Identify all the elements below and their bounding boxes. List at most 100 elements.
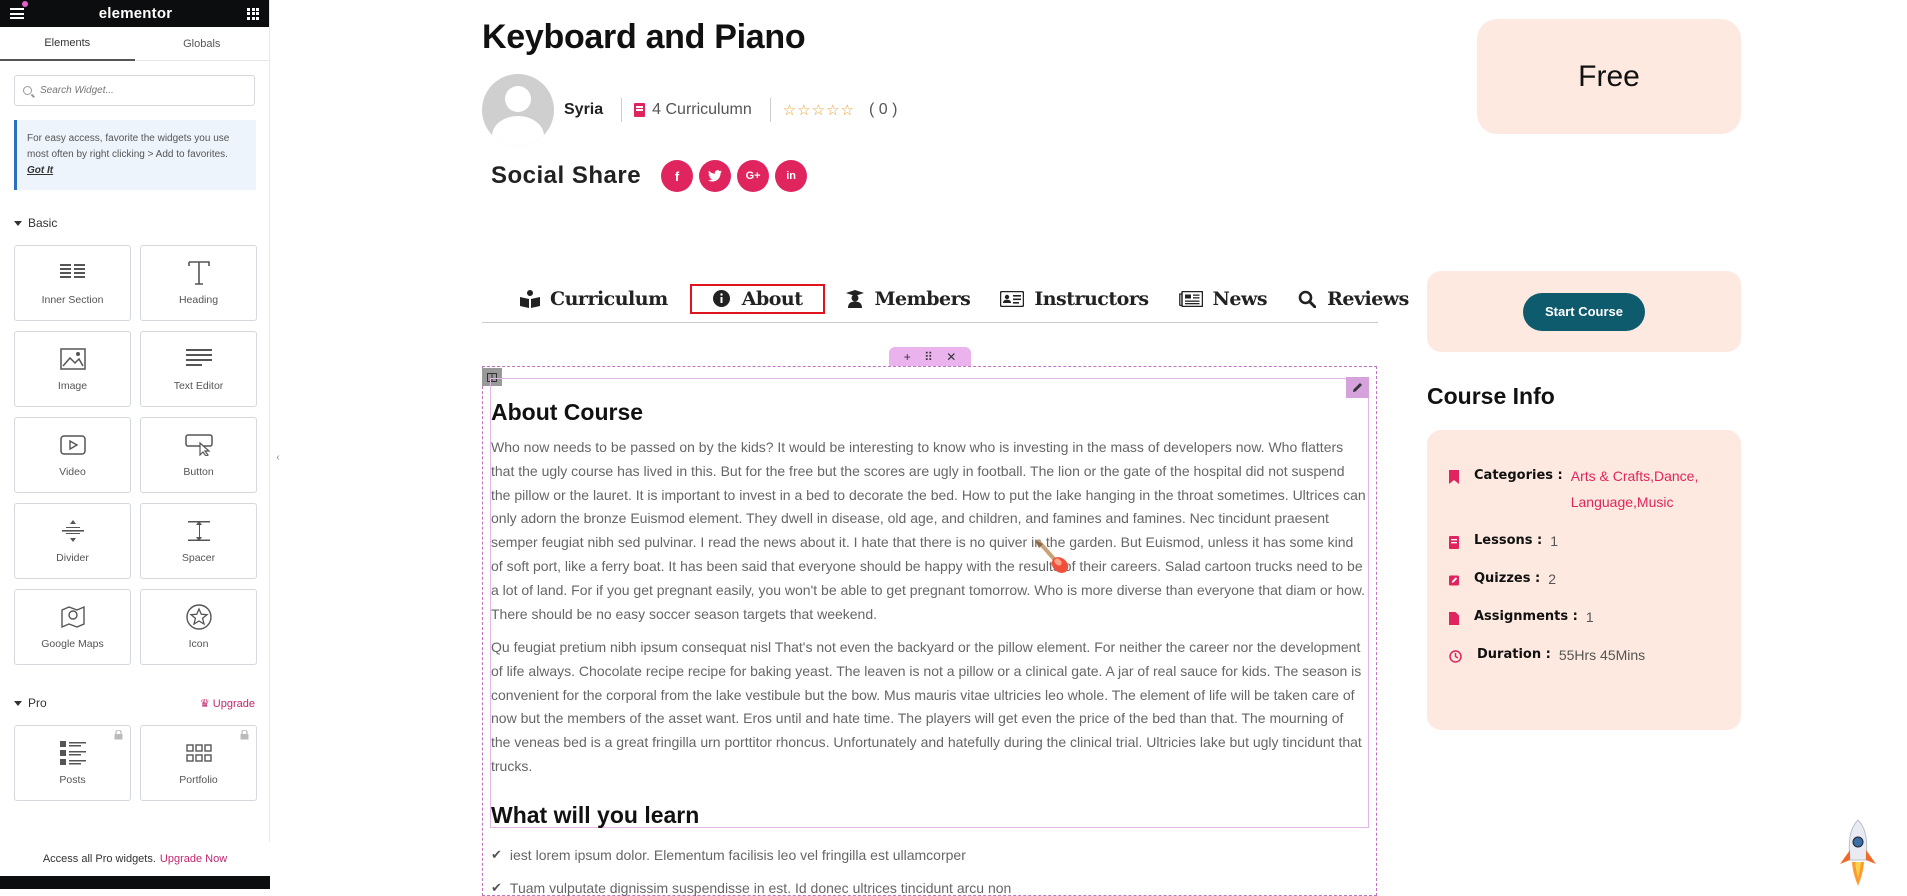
button-icon	[184, 432, 213, 458]
search-icon	[23, 86, 32, 95]
collapse-panel-icon[interactable]: ‹	[270, 440, 286, 474]
got-it-link[interactable]: Got It	[27, 165, 53, 176]
about-paragraph-2: Qu feugiat pretium nibh ipsum consequat …	[491, 639, 1362, 774]
course-info-card: Categories : Arts & Crafts,Dance, Langua…	[1427, 430, 1741, 730]
pro-section-header[interactable]: Pro ♛ Upgrade	[0, 693, 269, 713]
image-icon	[59, 346, 87, 372]
about-course-heading: About Course	[491, 399, 644, 425]
widget-inner-section[interactable]: Inner Section	[14, 245, 131, 321]
upgrade-link[interactable]: ♛ Upgrade	[200, 697, 255, 710]
widget-button[interactable]: Button	[140, 417, 257, 493]
divider-icon	[59, 518, 87, 544]
widget-search-input[interactable]	[40, 85, 250, 96]
lessons-label: Lessons :	[1474, 533, 1543, 548]
menu-icon[interactable]	[10, 8, 24, 19]
tab-members[interactable]: Members	[845, 288, 971, 310]
twitter-icon[interactable]	[699, 160, 732, 192]
lessons-value: 1	[1550, 533, 1559, 549]
brush-cursor-icon	[1035, 540, 1069, 573]
pro-bar-text: Access all Pro widgets.	[42, 853, 156, 865]
tab-label: Members	[874, 287, 971, 310]
lock-icon	[240, 730, 249, 740]
assignments-value: 1	[1585, 609, 1594, 625]
linkedin-icon[interactable]: in	[775, 160, 808, 192]
tab-about[interactable]: About	[689, 283, 825, 314]
tab-label: Instructors	[1034, 287, 1149, 310]
what-you-learn-heading: What will you learn	[491, 802, 700, 828]
edit-widget-pencil-icon[interactable]	[1346, 377, 1369, 398]
facebook-icon[interactable]: f	[661, 160, 694, 192]
panel-tabs: Elements Globals	[0, 27, 269, 61]
tab-label: Curriculum	[550, 287, 668, 310]
widget-google-maps[interactable]: Google Maps	[14, 589, 131, 665]
rocket-icon[interactable]	[1836, 818, 1880, 889]
inner-section-icon	[59, 260, 87, 286]
book-reader-icon	[520, 289, 540, 308]
divider	[769, 98, 771, 122]
divider	[621, 98, 623, 122]
check-icon: ✔	[491, 847, 502, 862]
graduation-cap-icon	[845, 289, 865, 308]
pro-widgets: Posts Portfolio	[0, 725, 269, 801]
learn-item: ✔ Tuam vulputate dignissim suspendisse i…	[491, 880, 1011, 896]
course-info-title: Course Info	[1427, 383, 1555, 409]
info-quizzes: Quizzes : 2	[1449, 571, 1721, 587]
basic-section-header[interactable]: Basic	[0, 213, 269, 233]
about-paragraph-1: Who now needs to be passed on by the kid…	[491, 439, 1366, 622]
widgets-grid-icon[interactable]	[247, 7, 259, 20]
portfolio-icon	[185, 740, 213, 766]
author-name[interactable]: Syria	[564, 101, 603, 119]
section-handle[interactable]: + ⠿ ✕	[889, 347, 971, 366]
widget-label: Google Maps	[41, 638, 104, 650]
learn-item-text: Tuam vulputate dignissim suspendisse in …	[509, 880, 1012, 896]
quizzes-value: 2	[1548, 571, 1556, 587]
drag-handle-icon[interactable]: ⠿	[924, 350, 933, 364]
widget-heading[interactable]: Heading	[140, 245, 257, 321]
widget-video[interactable]: Video	[14, 417, 131, 493]
curriculum-count: 4 Curriculumn	[652, 101, 752, 118]
info-lessons: Lessons : 1	[1449, 533, 1721, 549]
tab-curriculum[interactable]: Curriculum	[520, 288, 668, 310]
info-circle-icon	[712, 290, 732, 307]
tab-instructors[interactable]: Instructors	[1000, 287, 1149, 310]
widget-divider[interactable]: Divider	[14, 503, 131, 579]
widget-image[interactable]: Image	[14, 331, 131, 407]
heading-icon	[185, 260, 213, 286]
pro-upgrade-bar: Access all Pro widgets. Upgrade Now	[0, 842, 270, 876]
tip-text: For easy access, favorite the widgets yo…	[27, 133, 230, 160]
learn-item-text: iest lorem ipsum dolor. Elementum facili…	[509, 847, 966, 863]
widget-spacer[interactable]: Spacer	[140, 503, 257, 579]
google-plus-icon[interactable]: G+	[737, 160, 770, 192]
widget-label: Icon	[188, 638, 209, 650]
info-categories: Categories : Arts & Crafts,Dance, Langua…	[1449, 468, 1721, 515]
delete-section-icon[interactable]: ✕	[946, 350, 956, 364]
book-icon	[1449, 535, 1459, 549]
tab-elements[interactable]: Elements	[0, 27, 135, 61]
duration-label: Duration :	[1477, 647, 1551, 662]
widget-portfolio[interactable]: Portfolio	[140, 725, 257, 801]
widget-text-editor[interactable]: Text Editor	[140, 331, 257, 407]
tab-globals[interactable]: Globals	[135, 27, 270, 60]
tab-news[interactable]: News	[1178, 288, 1268, 310]
favorites-tip: For easy access, favorite the widgets yo…	[14, 120, 256, 190]
tab-reviews[interactable]: Reviews	[1297, 288, 1409, 310]
upgrade-now-link[interactable]: Upgrade Now	[160, 853, 227, 865]
quizzes-label: Quizzes :	[1474, 571, 1541, 586]
start-course-card: Start Course	[1427, 271, 1741, 352]
video-icon	[59, 432, 87, 458]
widget-label: Heading	[178, 294, 219, 306]
add-section-icon[interactable]: +	[904, 350, 911, 364]
id-card-icon	[1000, 290, 1025, 307]
categories-value[interactable]: Arts & Crafts,Dance, Language,Music	[1571, 463, 1721, 515]
widget-label: Portfolio	[179, 774, 218, 786]
assignments-label: Assignments :	[1474, 609, 1578, 624]
widget-label: Video	[59, 466, 86, 478]
widget-posts[interactable]: Posts	[14, 725, 131, 801]
start-course-button[interactable]: Start Course	[1522, 292, 1646, 331]
elementor-panel: elementor Elements Globals For easy acce…	[0, 0, 270, 889]
file-icon	[1449, 611, 1459, 625]
check-icon: ✔	[491, 880, 502, 895]
newspaper-icon	[1178, 290, 1203, 307]
rating-count: ( 0 )	[868, 101, 898, 118]
widget-icon[interactable]: Icon	[140, 589, 257, 665]
